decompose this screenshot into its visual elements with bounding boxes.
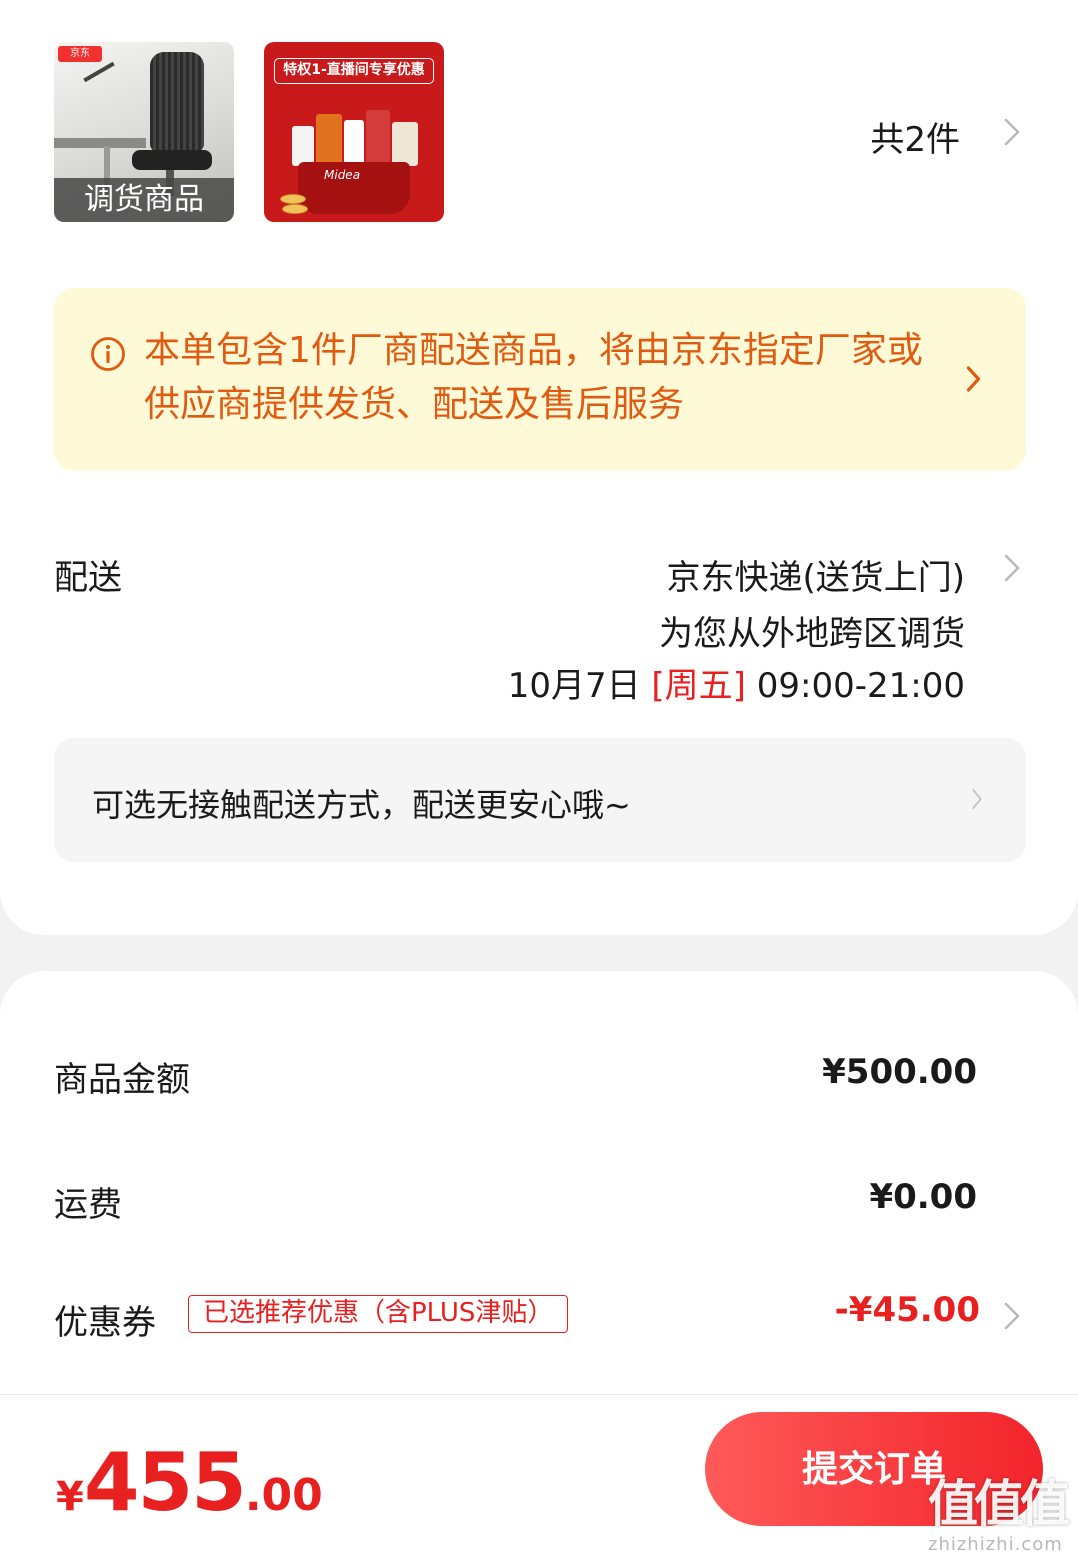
freight-label: 运费 [54, 1185, 122, 1225]
delivery-date: 10月7日 [507, 666, 641, 706]
chevron-right-icon[interactable] [968, 782, 986, 816]
total-integer: 455 [83, 1436, 247, 1529]
total-price: ¥455.00 [56, 1436, 323, 1529]
product-thumbnail-chair[interactable]: 京东 调货商品 [54, 42, 234, 222]
chevron-right-icon[interactable] [962, 360, 984, 398]
delivery-window: 09:00-21:00 [756, 666, 965, 706]
contactless-delivery-option[interactable]: 可选无接触配送方式，配送更安心哦~ [54, 738, 1026, 862]
chair-back-graphic [150, 52, 204, 152]
coupon-label: 优惠券 [54, 1303, 156, 1343]
gift-items-graphic [288, 108, 424, 166]
shipping-note: 为您从外地跨区调货 [659, 614, 965, 654]
chevron-right-icon[interactable] [1000, 1296, 1024, 1336]
coupon-discount-value[interactable]: -¥45.00 [835, 1290, 980, 1330]
freight-value: ¥0.00 [869, 1177, 977, 1217]
chevron-right-icon[interactable] [1000, 112, 1024, 152]
coin-graphic [282, 204, 308, 214]
currency-symbol: ¥ [56, 1474, 84, 1520]
lamp-graphic [83, 61, 115, 83]
product-thumbnail-gift-box[interactable]: 特权1-直播间专享优惠 Midea [264, 42, 444, 222]
watermark-logo: 值值值 [928, 1475, 1070, 1533]
transfer-goods-caption: 调货商品 [54, 178, 234, 222]
total-decimal: .00 [244, 1470, 323, 1521]
chevron-right-icon[interactable] [1000, 548, 1024, 588]
coupon-tag[interactable]: 已选推荐优惠（含PLUS津贴） [188, 1295, 569, 1333]
order-items-card: 京东 调货商品 特权1-直播间专享优惠 Midea 共2件 本单包含1件厂商配送… [0, 0, 1078, 935]
item-count[interactable]: 共2件 [870, 112, 960, 161]
vendor-delivery-notice[interactable]: 本单包含1件厂商配送商品，将由京东指定厂家或供应商提供发货、配送及售后服务 [54, 288, 1026, 471]
promo-label: 特权1-直播间专享优惠 [274, 58, 434, 84]
delivery-weekday: [周五] [651, 666, 746, 706]
shipping-label: 配送 [54, 558, 122, 598]
brand-logo: Midea [324, 168, 361, 182]
desk-graphic [54, 138, 146, 148]
watermark-url: zhizhizhi.com [928, 1534, 1063, 1555]
shipping-method[interactable]: 京东快递(送货上门) [666, 550, 965, 599]
contactless-text: 可选无接触配送方式，配送更安心哦~ [92, 786, 631, 824]
delivery-time[interactable]: 10月7日 [周五] 09:00-21:00 [508, 658, 965, 707]
info-icon [90, 336, 126, 372]
watermark: 值值值 zhizhizhi.com [928, 1474, 1074, 1564]
goods-amount-value: ¥500.00 [822, 1052, 977, 1092]
goods-amount-label: 商品金额 [54, 1060, 190, 1100]
chair-seat-graphic [132, 150, 212, 170]
shop-badge: 京东 [58, 46, 102, 62]
coin-graphic [280, 194, 306, 204]
notice-text: 本单包含1件厂商配送商品，将由京东指定厂家或供应商提供发货、配送及售后服务 [144, 330, 923, 425]
